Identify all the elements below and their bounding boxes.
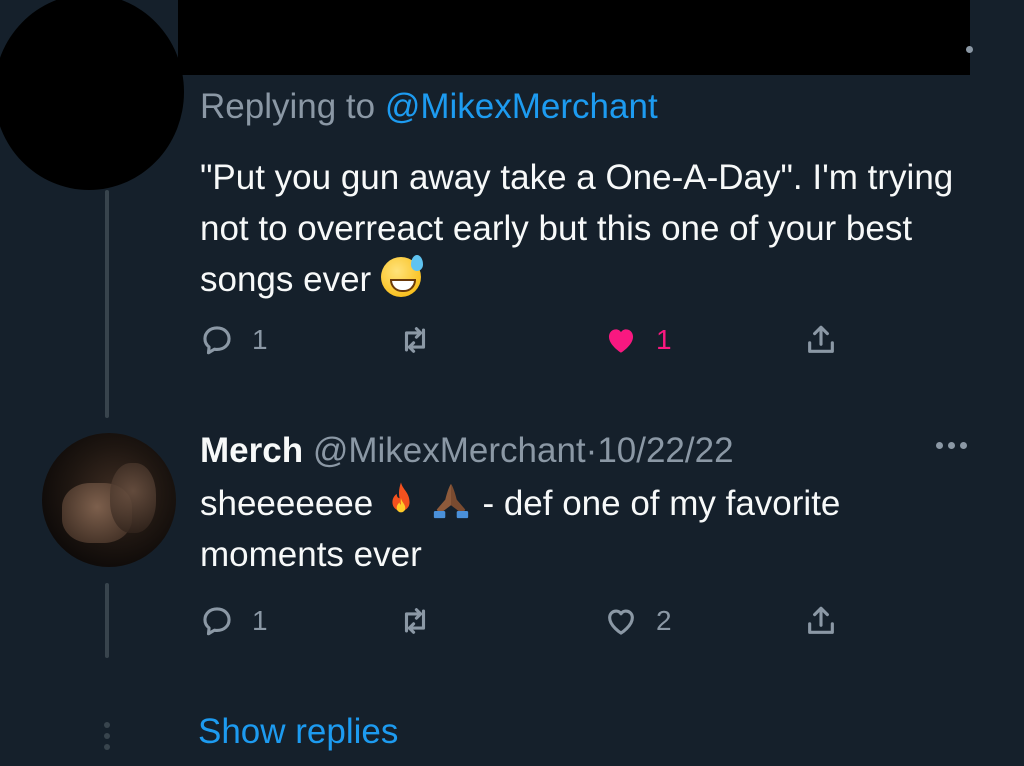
more-dot [936,442,943,449]
retweet-icon [404,327,426,353]
dot [104,733,110,739]
reply-text-start: sheeeeeee [200,484,374,523]
like-count: 2 [656,605,672,636]
retweet-button[interactable] [398,323,432,357]
thread-line [105,190,109,418]
more-options-button[interactable] [936,442,967,449]
reply-button[interactable]: 1 [200,323,268,357]
like-button[interactable]: 1 [604,323,672,357]
handle[interactable]: @MikexMerchant [313,431,586,470]
share-icon [808,606,834,634]
dot [104,744,110,750]
reply-icon [203,607,231,636]
avatar-photo-detail [110,463,156,533]
share-button[interactable] [804,323,838,357]
folded-hands-emoji-icon [433,483,468,519]
avatar[interactable] [42,433,176,567]
reply-count: 1 [252,324,268,355]
more-dot [960,442,967,449]
more-dot [948,442,955,449]
share-button[interactable] [804,604,838,638]
replying-handle-link[interactable]: @MikexMerchant [385,87,658,126]
reply-icon [203,326,231,355]
thread-line [105,583,109,658]
reply-count: 1 [252,605,268,636]
heart-icon [608,609,634,635]
replying-prefix: Replying to [200,87,376,126]
reply-button[interactable]: 1 [200,604,268,638]
fire-emoji-icon [392,482,410,513]
tweet-text-content: "Put you gun away take a One-A-Day". I'm… [200,158,954,299]
dot [104,722,110,728]
like-count: 1 [656,324,672,355]
reply-text: sheeeeeee - def one of my favorite momen… [200,478,990,580]
heart-filled-icon [608,329,634,353]
redacted-header [178,0,970,75]
separator: · [585,431,598,470]
more-icon-partial[interactable] [966,46,973,53]
retweet-button[interactable] [398,604,432,638]
share-icon [808,325,834,353]
reply-header: Merch @MikexMerchant·10/22/22 [200,426,734,476]
tweet-date[interactable]: 10/22/22 [597,431,733,470]
show-replies-link[interactable]: Show replies [198,712,398,752]
redacted-avatar [0,0,184,190]
replying-to: Replying to @MikexMerchant [200,82,658,132]
like-button[interactable]: 2 [604,604,672,638]
sweat-smile-emoji-icon [380,255,423,297]
tweet-text: "Put you gun away take a One-A-Day". I'm… [200,152,990,305]
thread-continuation-dots [104,722,110,750]
retweet-icon [404,608,426,634]
display-name[interactable]: Merch [200,431,303,470]
